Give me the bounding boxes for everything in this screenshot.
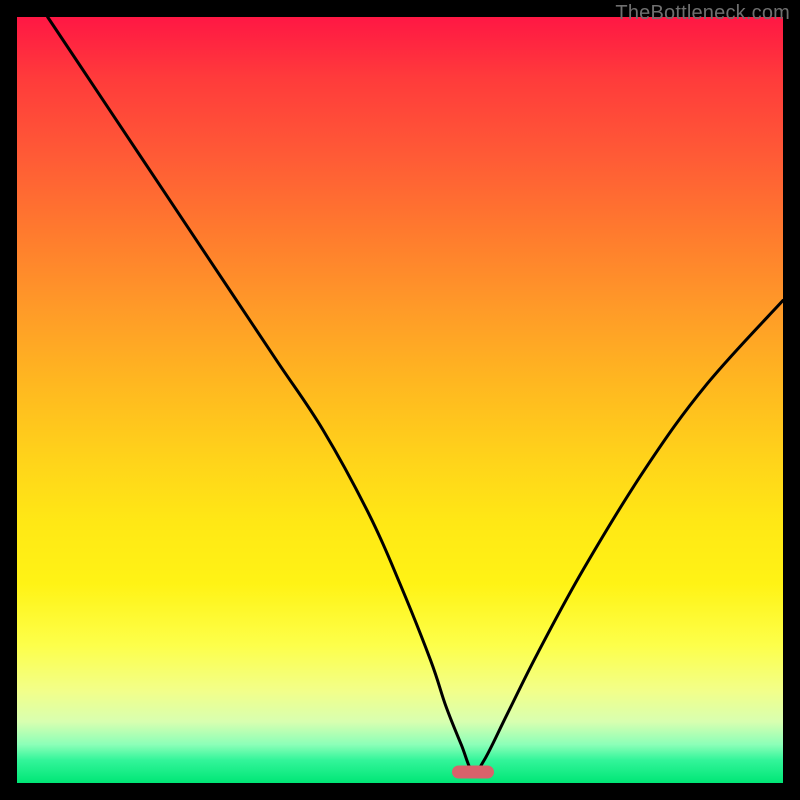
watermark-text: TheBottleneck.com: [615, 2, 790, 25]
plot-area: [17, 17, 783, 783]
curve-svg: [17, 17, 783, 783]
minimum-marker: [452, 766, 494, 779]
bottleneck-curve: [48, 17, 783, 772]
chart-frame: TheBottleneck.com: [0, 0, 800, 800]
